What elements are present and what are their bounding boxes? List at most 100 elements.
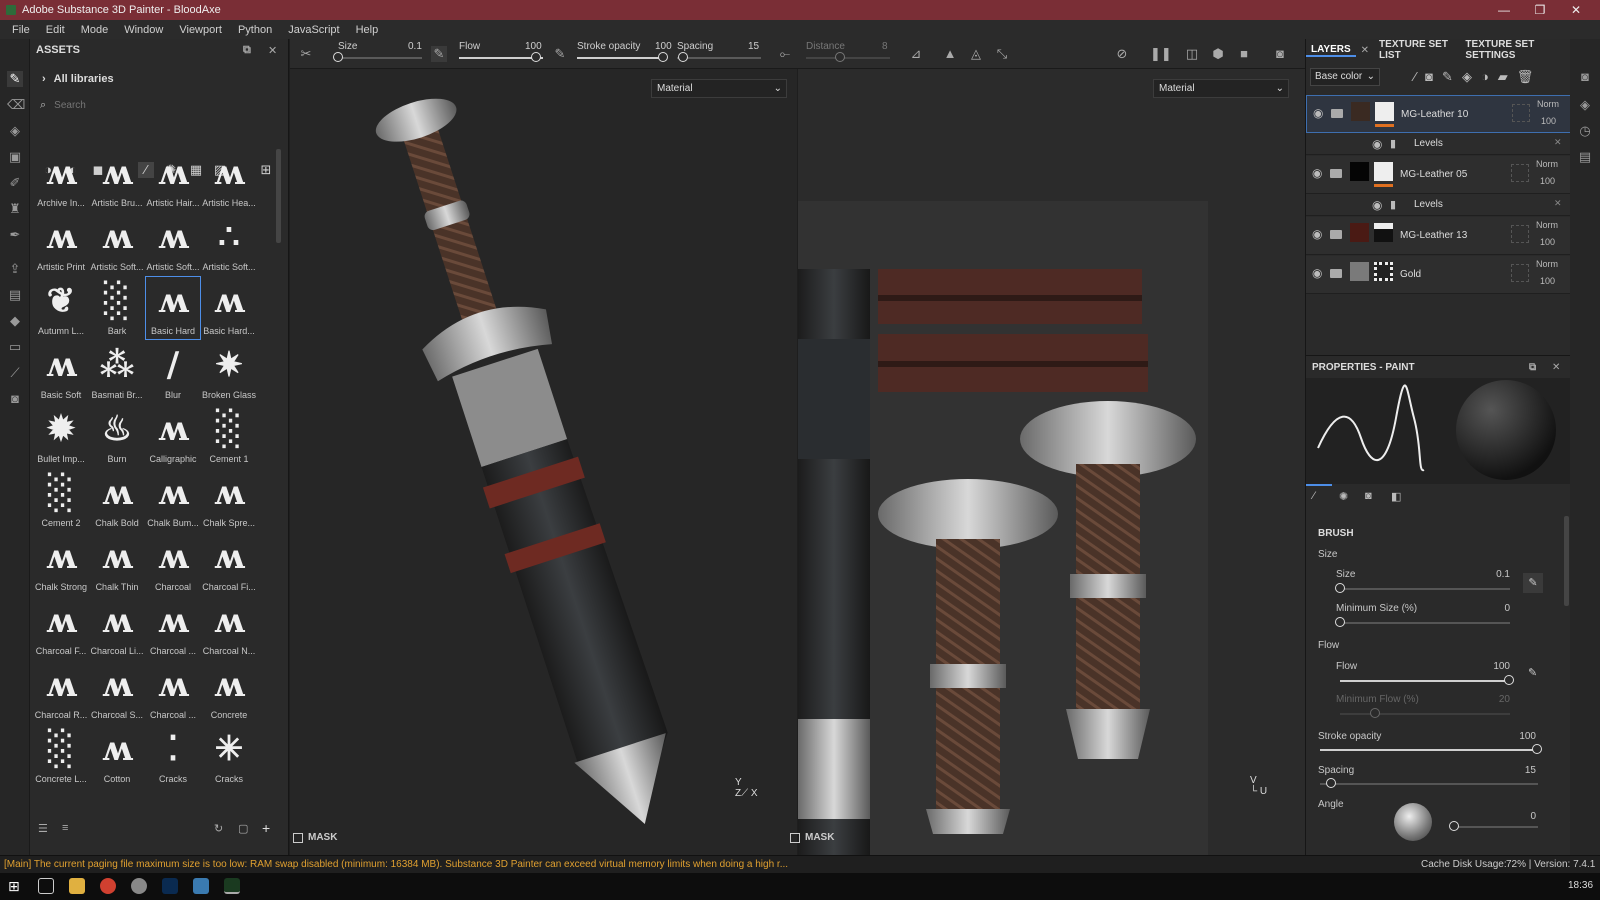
blend-mode[interactable]: Norm xyxy=(1536,159,1558,169)
assets-scrollbar[interactable] xyxy=(276,149,281,243)
minimize-icon[interactable]: — xyxy=(1486,0,1522,20)
mask-toggle-3d[interactable]: MASK xyxy=(293,832,337,843)
properties-scrollbar[interactable] xyxy=(1564,516,1569,606)
opacity-mask-slot[interactable] xyxy=(1511,164,1529,182)
geometry-mask-icon[interactable]: ▤ xyxy=(7,287,23,303)
angle-dial[interactable] xyxy=(1394,803,1432,841)
pen-pressure-icon[interactable]: ✎ xyxy=(431,46,447,62)
app-icon-blue[interactable] xyxy=(193,878,209,894)
effect-row[interactable]: ◉ ▮ Levels ✕ xyxy=(1306,133,1571,155)
grid-view-icon[interactable]: ⊞ xyxy=(258,162,274,178)
anchor-icon[interactable]: ▭ xyxy=(7,339,23,355)
lazy-mouse-icon[interactable]: ⟜ xyxy=(777,46,793,62)
size-slider-track[interactable] xyxy=(338,57,422,59)
brush-tile[interactable]: ʍ Charcoal xyxy=(146,533,200,595)
spacing-slider-knob[interactable] xyxy=(1326,778,1336,788)
opacity-mask-slot[interactable] xyxy=(1511,225,1529,243)
distance-slider-knob[interactable] xyxy=(835,52,845,62)
add-paint-layer-icon[interactable]: ✎ xyxy=(1442,69,1462,84)
brush-tile[interactable]: ʍ Artistic Soft... xyxy=(146,213,200,275)
menu-edit[interactable]: Edit xyxy=(38,24,73,36)
eye-icon[interactable]: ◉ xyxy=(1312,166,1322,180)
menu-mode[interactable]: Mode xyxy=(73,24,117,36)
brush-tile[interactable]: ʍ Chalk Bum... xyxy=(146,469,200,531)
add-icon[interactable]: + xyxy=(262,820,270,836)
symmetry-icon[interactable]: ▲ xyxy=(942,46,958,62)
eraser-icon[interactable]: ⌫ xyxy=(7,97,25,113)
stroke-opacity-slider-knob[interactable] xyxy=(658,52,668,62)
size-slider-knob[interactable] xyxy=(1335,583,1345,593)
layer-stack-icon[interactable]: ◆ xyxy=(7,313,23,329)
flow-slider-track[interactable] xyxy=(1340,680,1510,682)
min-size-slider-track[interactable] xyxy=(1340,622,1510,624)
substance-painter-taskbar-icon[interactable] xyxy=(224,878,240,894)
brush-tile[interactable]: ʍ Charcoal S... xyxy=(90,661,144,723)
paint-brush-icon[interactable]: ✎ xyxy=(7,71,23,87)
layer-opacity[interactable]: 100 xyxy=(1540,237,1555,247)
color-picker-icon[interactable]: ✒ xyxy=(7,227,23,243)
brush-tile[interactable]: ♨ Burn xyxy=(90,405,144,467)
brush-tile[interactable]: ʍ Artistic Hair... xyxy=(146,149,200,211)
toolbar-stroke-opacity-value[interactable]: 100 xyxy=(655,41,672,52)
remove-effect-icon[interactable]: ✕ xyxy=(1554,137,1562,148)
flow-pressure-icon[interactable]: ✎ xyxy=(552,46,568,62)
eye-icon[interactable]: ◉ xyxy=(1312,227,1322,241)
brush-tile[interactable]: ⁂ Basmati Br... xyxy=(90,341,144,403)
stroke-opacity-slider-track[interactable] xyxy=(577,57,661,59)
layer-row[interactable]: ◉ MG-Leather 05 Norm 100 xyxy=(1306,156,1571,194)
spacing-slider-track[interactable] xyxy=(1320,783,1538,785)
brush-tab-icon[interactable]: ⁄ xyxy=(1313,490,1315,502)
eye-icon[interactable]: ◉ xyxy=(1312,266,1322,280)
stencil-tab-icon[interactable]: ◙ xyxy=(1365,490,1372,502)
file-explorer-icon[interactable] xyxy=(69,878,85,894)
delete-layer-icon[interactable]: 🗑 xyxy=(1517,69,1543,84)
pen-pressure-icon[interactable]: ✎ xyxy=(1523,573,1543,593)
effect-row[interactable]: ◉ ▮ Levels ✕ xyxy=(1306,194,1571,216)
add-smart-mask-icon[interactable]: ◑ xyxy=(1481,69,1498,84)
brush-tile[interactable]: ʍ Basic Hard... xyxy=(202,277,256,339)
brush-tile[interactable]: ʍ Chalk Strong xyxy=(34,533,88,595)
display-settings-icon[interactable]: ◙ xyxy=(1577,69,1593,85)
spacing-value[interactable]: 15 xyxy=(1502,765,1536,776)
menu-help[interactable]: Help xyxy=(348,24,387,36)
toolbar-size-value[interactable]: 0.1 xyxy=(408,41,422,52)
menu-window[interactable]: Window xyxy=(116,24,171,36)
spacing-slider-knob[interactable] xyxy=(678,52,688,62)
3d-view-icon[interactable]: ⬢ xyxy=(1210,46,1226,62)
close-panel-icon[interactable]: ✕ xyxy=(1552,362,1560,373)
projection-icon[interactable]: ◈ xyxy=(7,123,23,139)
brush-tile[interactable]: ʍ Charcoal R... xyxy=(34,661,88,723)
min-flow-slider-track[interactable] xyxy=(1340,713,1510,715)
menu-file[interactable]: File xyxy=(4,24,38,36)
split-view-icon[interactable]: ◫ xyxy=(1184,46,1200,62)
mask-toggle-2d[interactable]: MASK xyxy=(790,832,834,843)
import-icon[interactable]: ▢ xyxy=(238,822,248,835)
symmetry-settings-icon[interactable]: ◬ xyxy=(968,46,984,62)
transform-icon[interactable]: ⤡ xyxy=(994,46,1010,62)
alpha-tab-icon[interactable]: ✺ xyxy=(1339,490,1348,503)
layer-row[interactable]: ◉ MG-Leather 10 Norm 100 xyxy=(1306,95,1571,133)
toolbar-flow-value[interactable]: 100 xyxy=(525,41,542,52)
spacing-slider-track[interactable] xyxy=(677,57,761,59)
stroke-opacity-slider-knob[interactable] xyxy=(1532,744,1542,754)
brush-tile[interactable]: ʍ Basic Soft xyxy=(34,341,88,403)
blend-mode[interactable]: Norm xyxy=(1537,99,1559,109)
path-icon[interactable]: ⟋ xyxy=(7,365,23,381)
viewport-3d[interactable]: Material ⌄ Y Z⟋ X MASK xyxy=(290,69,797,855)
add-fill-layer-icon[interactable]: ◈ xyxy=(1462,69,1481,84)
close-panel-icon[interactable]: ✕ xyxy=(268,44,277,57)
brush-tile[interactable]: ʍ Charcoal Li... xyxy=(90,597,144,659)
min-flow-value[interactable]: 20 xyxy=(1476,694,1510,705)
undock-icon[interactable]: ⧉ xyxy=(243,44,251,57)
steam-icon[interactable] xyxy=(131,878,147,894)
brush-tile[interactable]: ✳ Cracks xyxy=(202,725,256,787)
library-selector[interactable]: › All libraries xyxy=(42,73,114,85)
refresh-icon[interactable]: ↻ xyxy=(214,822,223,835)
menu-viewport[interactable]: Viewport xyxy=(171,24,230,36)
flow-pressure-icon[interactable]: ✎ xyxy=(1528,666,1537,679)
undock-icon[interactable]: ⧉ xyxy=(1529,362,1536,373)
history-icon[interactable]: ◷ xyxy=(1577,123,1593,139)
brush-tile[interactable]: ʍ Concrete xyxy=(202,661,256,723)
brush-tile[interactable]: ░ Bark xyxy=(90,277,144,339)
flow-value[interactable]: 100 xyxy=(1476,661,1510,672)
